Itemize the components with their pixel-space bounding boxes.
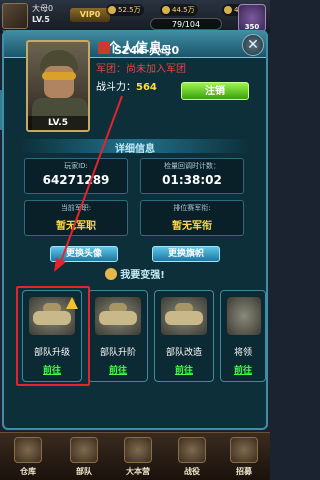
rank-label: 当前军职: — [60, 204, 92, 212]
title-value: 暂无军衔 — [172, 221, 212, 232]
nav-label: 战役 — [184, 467, 200, 476]
title-label: 排位赛军衔: — [173, 204, 211, 212]
detail-section-title: 详细信息 — [115, 144, 155, 155]
nav-battle[interactable]: 战役 — [170, 435, 214, 479]
flag-icon — [98, 42, 110, 54]
portrait-level: LV.5 — [28, 116, 88, 130]
bottom-navigation: 仓库 部队 大本营 战役 招募 — [0, 432, 270, 480]
change-flag-button[interactable]: 更换旗帜 — [152, 246, 220, 262]
card-troop-modify[interactable]: 部队改造 前往 — [154, 290, 214, 382]
troops-icon — [70, 437, 98, 463]
nav-label: 仓库 — [20, 467, 36, 476]
topbar-player-name: 大母0 — [32, 4, 54, 13]
recruit-icon — [230, 437, 258, 463]
card-goto-link[interactable]: 前往 — [155, 363, 213, 376]
player-name: S244-大母0 — [114, 44, 180, 57]
general-icon — [227, 297, 261, 335]
topbar-level: LV.5 — [32, 15, 50, 24]
highlight-box — [16, 286, 90, 386]
card-label: 部队升阶 — [99, 348, 136, 358]
player-id-value: 64271289 — [42, 173, 110, 187]
online-time-box: 检量回调时计数： 01:38:02 — [140, 158, 244, 194]
goggles-icon — [42, 72, 76, 80]
base-icon — [124, 437, 152, 463]
card-label: 部队改造 — [165, 348, 202, 358]
commander-portrait[interactable]: LV.5 — [26, 40, 90, 132]
upgrade-section-title: 我要变强! — [0, 266, 270, 281]
card-goto-link[interactable]: 前往 — [89, 363, 147, 376]
upgrade-title-text: 我要变强! — [120, 270, 165, 281]
title-box: 排位赛军衔: 暂无军衔 — [140, 200, 244, 236]
battle-icon — [178, 437, 206, 463]
online-time-label: 检量回调时计数： — [164, 162, 220, 170]
player-id-label: 玩家ID: — [64, 162, 88, 170]
nav-label: 大本营 — [126, 467, 150, 476]
combat-power: 战斗力：564 — [96, 78, 157, 93]
rank-box: 当前军职: 暂无军职 — [24, 200, 128, 236]
energy-bar[interactable]: 79/104 — [150, 18, 222, 30]
player-avatar[interactable] — [2, 3, 28, 29]
logout-button[interactable]: 注销 — [181, 82, 249, 100]
face-icon — [44, 66, 74, 98]
nav-label: 部队 — [76, 467, 92, 476]
card-goto-link[interactable]: 前往 — [221, 363, 265, 376]
card-general[interactable]: 将领 前往 — [220, 290, 266, 382]
guild-status: 军团：尚未加入军团 — [96, 64, 186, 75]
combat-power-value: 564 — [136, 82, 157, 93]
top-bar: 大母0 LV.5 305165 VIP0 52.5万 44.5万 4.94万 7… — [0, 0, 270, 36]
rank-value: 暂无军职 — [56, 221, 96, 232]
gem-icon[interactable]: 350 — [238, 4, 266, 32]
tank-icon — [161, 297, 207, 335]
nav-troops[interactable]: 部队 — [62, 435, 106, 479]
resource-gold[interactable]: 52.5万 — [106, 4, 144, 16]
warehouse-icon — [14, 437, 42, 463]
star-icon — [105, 268, 118, 280]
change-avatar-button[interactable]: 更换头像 — [50, 246, 118, 262]
combat-power-label: 战斗力： — [96, 82, 136, 93]
tank-body — [99, 311, 137, 325]
tank-icon — [95, 297, 141, 335]
nav-base[interactable]: 大本营 — [116, 435, 160, 479]
close-button[interactable]: ✕ — [242, 34, 264, 56]
card-troop-advance[interactable]: 部队升阶 前往 — [88, 290, 148, 382]
card-label: 将领 — [233, 348, 252, 358]
nav-label: 招募 — [236, 467, 252, 476]
online-time-value: 01:38:02 — [162, 173, 222, 187]
resource-food[interactable]: 44.5万 — [160, 4, 198, 16]
vip-badge[interactable]: VIP0 — [70, 8, 110, 22]
player-id-box: 玩家ID: 64271289 — [24, 158, 128, 194]
nav-recruit[interactable]: 招募 — [222, 435, 266, 479]
nav-warehouse[interactable]: 仓库 — [6, 435, 50, 479]
energy-text: 79/104 — [171, 20, 201, 29]
tank-body — [165, 311, 203, 325]
